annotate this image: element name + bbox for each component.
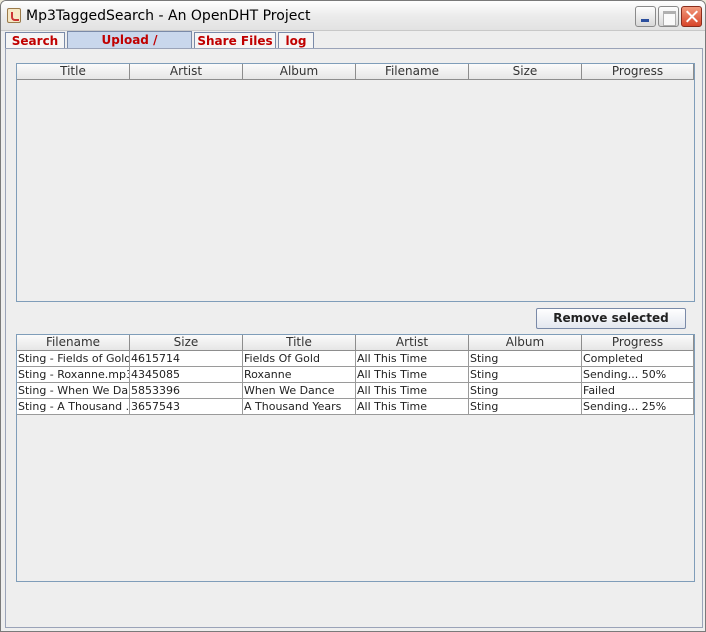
- cell-size: 5853396: [130, 383, 243, 399]
- column-header-size[interactable]: Size: [469, 64, 582, 80]
- table-row[interactable]: Sting - A Thousand ... 3657543 A Thousan…: [17, 399, 694, 415]
- java-cup-icon: [7, 8, 21, 23]
- column-header-progress[interactable]: Progress: [582, 335, 694, 351]
- cell-filename: Sting - Roxanne.mp3: [17, 367, 130, 383]
- cell-progress: Sending... 50%: [582, 367, 694, 383]
- tab-upload-download[interactable]: Upload / Download: [67, 31, 192, 61]
- title-bar[interactable]: Mp3TaggedSearch - An OpenDHT Project: [1, 1, 705, 31]
- column-header-size[interactable]: Size: [130, 335, 243, 351]
- close-icon[interactable]: [681, 6, 702, 27]
- table-row[interactable]: Sting - Roxanne.mp3 4345085 Roxanne All …: [17, 367, 694, 383]
- maximize-icon[interactable]: [658, 6, 679, 27]
- window-title: Mp3TaggedSearch - An OpenDHT Project: [26, 8, 311, 24]
- cell-artist: All This Time: [356, 367, 469, 383]
- table-row[interactable]: Sting - When We Da... 5853396 When We Da…: [17, 383, 694, 399]
- cell-filename: Sting - When We Da...: [17, 383, 130, 399]
- cell-size: 4615714: [130, 351, 243, 367]
- cell-size: 3657543: [130, 399, 243, 415]
- cell-album: Sting: [469, 383, 582, 399]
- column-header-album[interactable]: Album: [469, 335, 582, 351]
- column-header-title[interactable]: Title: [17, 64, 130, 80]
- upper-table[interactable]: Title Artist Album Filename Size Progres…: [16, 63, 695, 302]
- cell-album: Sting: [469, 399, 582, 415]
- column-header-filename[interactable]: Filename: [17, 335, 130, 351]
- remove-selected-rows-button[interactable]: Remove selected rows: [536, 308, 686, 344]
- cell-progress: Failed: [582, 383, 694, 399]
- cell-album: Sting: [469, 367, 582, 383]
- cell-progress: Completed: [582, 351, 694, 367]
- cell-title: A Thousand Years: [243, 399, 356, 415]
- minimize-icon[interactable]: [635, 6, 656, 27]
- cell-title: Fields Of Gold: [243, 351, 356, 367]
- tab-share-files[interactable]: Share Files: [194, 32, 276, 49]
- cell-size: 4345085: [130, 367, 243, 383]
- cell-title: When We Dance: [243, 383, 356, 399]
- column-header-artist[interactable]: Artist: [356, 335, 469, 351]
- column-header-title[interactable]: Title: [243, 335, 356, 351]
- cell-filename: Sting - Fields of Gold...: [17, 351, 130, 367]
- cell-title: Roxanne: [243, 367, 356, 383]
- column-header-artist[interactable]: Artist: [130, 64, 243, 80]
- cell-artist: All This Time: [356, 383, 469, 399]
- column-header-progress[interactable]: Progress: [582, 64, 694, 80]
- column-header-album[interactable]: Album: [243, 64, 356, 80]
- column-header-filename[interactable]: Filename: [356, 64, 469, 80]
- cell-artist: All This Time: [356, 351, 469, 367]
- cell-album: Sting: [469, 351, 582, 367]
- app-window: Mp3TaggedSearch - An OpenDHT Project Sea…: [0, 0, 706, 632]
- tab-log[interactable]: log: [278, 32, 314, 49]
- table-row[interactable]: Sting - Fields of Gold... 4615714 Fields…: [17, 351, 694, 367]
- tab-search[interactable]: Search: [5, 32, 65, 49]
- cell-filename: Sting - A Thousand ...: [17, 399, 130, 415]
- cell-progress: Sending... 25%: [582, 399, 694, 415]
- lower-table[interactable]: Filename Size Title Artist Album Progres…: [16, 334, 695, 582]
- cell-artist: All This Time: [356, 399, 469, 415]
